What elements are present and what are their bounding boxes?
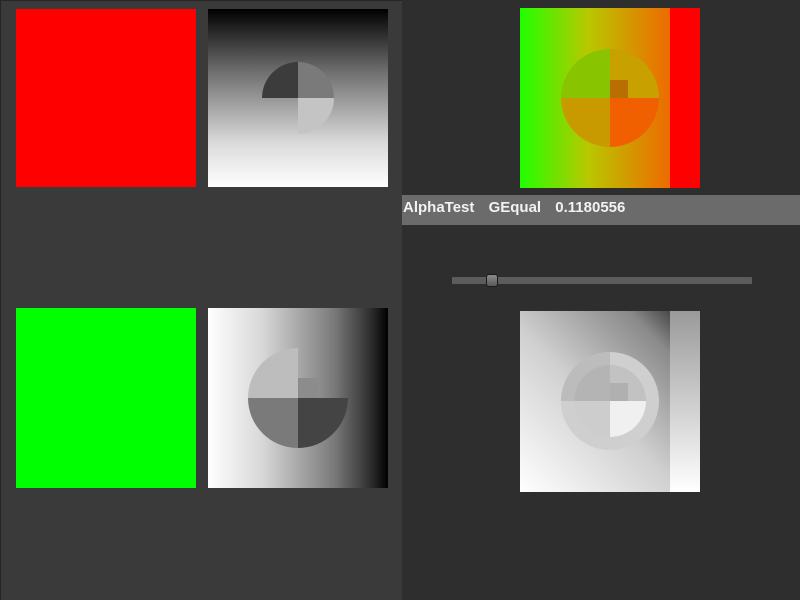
alpha-test-result-texture bbox=[520, 8, 700, 188]
horizontal-gradient-texture bbox=[208, 308, 388, 488]
alpha-test-info-bar: AlphaTest GEqual 0.1180556 bbox=[402, 195, 800, 225]
alpha-test-mode-label: AlphaTest bbox=[403, 199, 475, 216]
combined-alpha-texture bbox=[520, 311, 700, 492]
vertical-gradient-texture bbox=[208, 9, 388, 187]
red-swatch bbox=[16, 9, 196, 187]
alpha-reference-slider-thumb[interactable] bbox=[486, 274, 498, 287]
green-swatch bbox=[16, 308, 196, 488]
compare-function-label: GEqual bbox=[488, 199, 542, 216]
app-root: AlphaTest GEqual 0.1180556 bbox=[0, 0, 800, 600]
alpha-reference-value: 0.1180556 bbox=[555, 199, 626, 216]
